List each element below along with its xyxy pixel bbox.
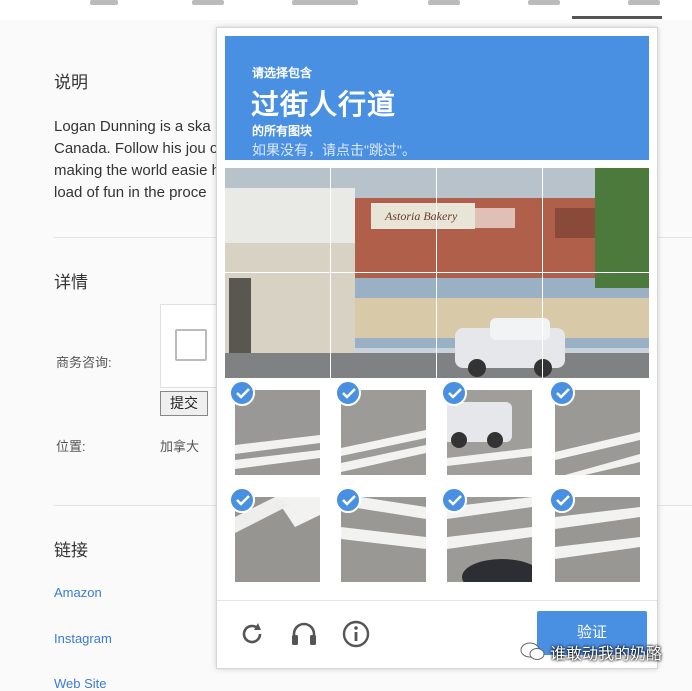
- grid-divider: [436, 168, 437, 378]
- captcha-challenge-dialog: 请选择包含 过街人行道 的所有图块 如果没有，请点击"跳过"。 Astoria …: [216, 27, 658, 669]
- details-heading: 详情: [54, 273, 88, 292]
- checkmark-icon: [335, 487, 361, 513]
- prompt-prefix: 请选择包含: [252, 66, 313, 80]
- nav-tab-stub[interactable]: [192, 0, 224, 5]
- captcha-header: 请选择包含 过街人行道 的所有图块 如果没有，请点击"跳过"。: [225, 36, 649, 160]
- nav-tab-stub[interactable]: [292, 0, 358, 5]
- submit-button[interactable]: 提交: [160, 391, 208, 416]
- checkmark-icon: [229, 487, 255, 513]
- location-value: 加拿大: [160, 439, 200, 454]
- recaptcha-checkbox[interactable]: [175, 329, 207, 361]
- captcha-tile-grid: [225, 378, 649, 592]
- grid-divider: [225, 272, 649, 273]
- grid-divider: [330, 168, 331, 378]
- links-heading: 链接: [54, 541, 88, 560]
- top-navigation: [0, 0, 692, 20]
- recaptcha-widget: [160, 304, 222, 388]
- reload-icon[interactable]: [237, 619, 267, 649]
- link-instagram[interactable]: Instagram: [54, 631, 112, 646]
- active-tab-underline: [572, 16, 662, 19]
- checkmark-icon: [441, 487, 467, 513]
- audio-icon[interactable]: [289, 619, 319, 649]
- nav-tab-stub[interactable]: [528, 0, 560, 5]
- checkmark-icon: [441, 380, 467, 406]
- prompt-suffix: 的所有图块: [252, 124, 313, 138]
- watermark-text: 谁敢动我的奶酪: [550, 646, 663, 663]
- street-scene-image: Astoria Bakery: [225, 168, 649, 378]
- prompt-hint: 如果没有，请点击"跳过"。: [252, 142, 416, 158]
- checkmark-icon: [335, 380, 361, 406]
- location-label: 位置:: [56, 439, 86, 454]
- description-heading: 说明: [54, 73, 88, 92]
- info-icon[interactable]: [341, 619, 371, 649]
- link-website[interactable]: Web Site: [54, 676, 107, 691]
- wechat-icon: [520, 641, 546, 666]
- captcha-image-top[interactable]: Astoria Bakery: [225, 168, 649, 378]
- checkmark-icon: [549, 487, 575, 513]
- business-label: 商务咨询:: [56, 355, 112, 370]
- checkmark-icon: [549, 380, 575, 406]
- nav-tab-stub[interactable]: [90, 0, 118, 5]
- nav-tab-stub[interactable]: [628, 0, 660, 5]
- link-amazon[interactable]: Amazon: [54, 585, 102, 600]
- grid-divider: [542, 168, 543, 378]
- prompt-target: 过街人行道: [251, 89, 397, 120]
- svg-text:Astoria Bakery: Astoria Bakery: [384, 209, 458, 223]
- checkmark-icon: [229, 380, 255, 406]
- nav-tab-stub[interactable]: [428, 0, 460, 5]
